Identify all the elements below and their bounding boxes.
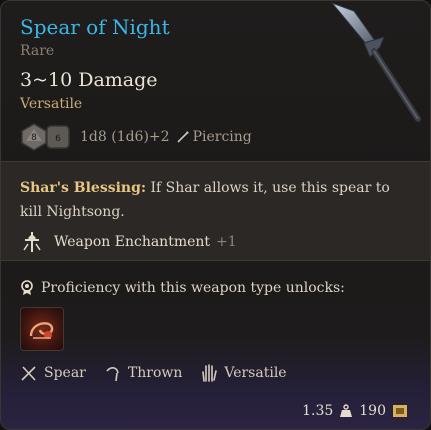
enchantment-icon (23, 232, 41, 252)
svg-text:8: 8 (31, 133, 37, 143)
weapon-tag-thrown[interactable]: Thrown (104, 364, 182, 382)
enchantment-bonus: +1 (216, 234, 237, 250)
proficiency-row: Proficiency with this weapon type unlock… (20, 280, 345, 296)
weight-icon (340, 404, 353, 417)
damage-type: Piercing (176, 129, 252, 145)
thrown-icon (106, 367, 119, 382)
weapon-type-row: Spear Thrown Versatile (20, 363, 305, 383)
d6-die-icon: 6 (46, 125, 70, 149)
item-tooltip: Spear of Night Rare 3~10 Damage Versatil… (0, 0, 431, 430)
weapon-tag-label: Versatile (224, 365, 287, 381)
weight-value: 1.35 (302, 403, 334, 419)
blessing-description: Shar's Blessing: If Shar allows it, use … (20, 176, 410, 224)
dice-formula: 1d8 (1d6)+2 (80, 129, 170, 145)
enchantment-row[interactable]: Weapon Enchantment +1 (20, 230, 237, 254)
proficiency-label: Proficiency with this weapon type unlock… (41, 280, 345, 296)
damage-range: 3~10 Damage (20, 69, 158, 91)
enchantment-label: Weapon Enchantment (54, 234, 211, 250)
weapon-tag-spear[interactable]: Spear (20, 364, 86, 382)
weapon-property: Versatile (20, 96, 83, 112)
item-rarity: Rare (20, 43, 55, 59)
footer-stats: 1.35 190 (302, 403, 414, 419)
unlocked-action-icon[interactable] (20, 307, 64, 351)
blessing-section: Shar's Blessing: If Shar allows it, use … (1, 161, 430, 261)
damage-type-label: Piercing (192, 129, 252, 145)
piercing-icon (177, 131, 189, 143)
gold-icon (393, 405, 407, 417)
svg-text:6: 6 (55, 134, 61, 144)
dice-row: 8 6 1d8 (1d6)+2 Piercing (20, 122, 252, 152)
item-name: Spear of Night (20, 15, 170, 39)
weapon-tag-label: Spear (44, 365, 86, 381)
proficiency-badge-icon (21, 280, 33, 295)
spear-art-icon (330, 1, 421, 122)
unlocked-action-art-icon (29, 322, 54, 339)
weapon-tag-versatile[interactable]: Versatile (200, 363, 287, 383)
blessing-name: Shar's Blessing: (20, 180, 147, 196)
gold-value: 190 (359, 403, 386, 419)
spear-icon (21, 366, 36, 381)
weapon-tag-label: Thrown (127, 365, 183, 381)
versatile-hand-icon (202, 364, 218, 382)
